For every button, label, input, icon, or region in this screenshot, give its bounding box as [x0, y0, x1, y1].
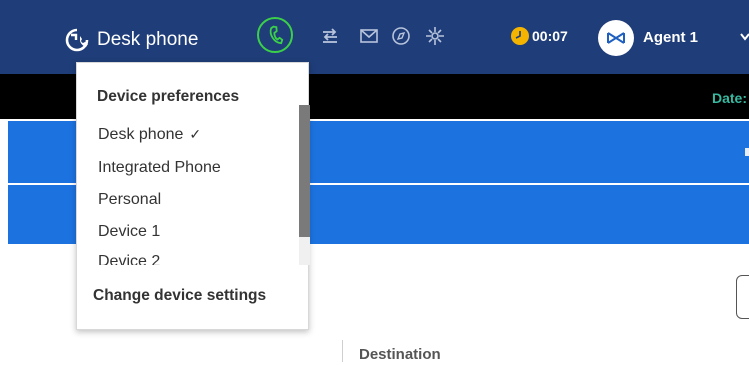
action-button-partial[interactable] — [736, 275, 749, 319]
agent-avatar[interactable] — [598, 20, 634, 56]
device-option-device-2[interactable]: Device 2 — [98, 253, 160, 265]
menu-scrollbar-thumb[interactable] — [299, 105, 310, 237]
phone-button[interactable] — [257, 17, 293, 53]
call-timer: 00:07 — [511, 27, 568, 45]
destination-column-header[interactable]: Destination — [359, 346, 441, 363]
column-divider — [342, 340, 343, 362]
device-option-device-1[interactable]: Device 1 — [98, 223, 160, 241]
settings-burst-icon[interactable] — [425, 26, 445, 46]
device-list: Desk phone ✓ Integrated Phone Personal De… — [77, 119, 299, 265]
email-icon[interactable] — [359, 26, 379, 46]
device-selector[interactable]: Desk phone — [64, 20, 198, 60]
handset-icon — [269, 25, 284, 45]
compass-icon[interactable] — [391, 26, 411, 46]
transfer-icon[interactable] — [320, 26, 340, 46]
band-edge-marker — [745, 148, 749, 156]
device-option-personal[interactable]: Personal — [98, 191, 161, 209]
device-option-label: Device 1 — [98, 223, 161, 240]
device-option-label: Device 2 — [98, 253, 161, 265]
current-device-label[interactable]: Desk phone — [97, 29, 198, 51]
checkmark-icon: ✓ — [189, 126, 202, 142]
timer-value: 00:07 — [532, 28, 568, 44]
clock-icon — [511, 27, 529, 45]
device-option-label: Integrated Phone — [98, 159, 221, 176]
agent-name[interactable]: Agent 1 — [643, 29, 698, 46]
change-device-settings-link[interactable]: Change device settings — [93, 287, 266, 305]
agent-logo-icon — [607, 32, 625, 44]
device-option-label: Personal — [98, 191, 162, 208]
device-option-integrated-phone[interactable]: Integrated Phone — [98, 159, 221, 177]
device-option-label: Desk phone — [98, 126, 184, 143]
date-label: Date: — [712, 90, 748, 106]
device-preferences-menu: Device preferences Desk phone ✓ Integrate… — [76, 62, 310, 330]
phone-arrow-icon — [65, 28, 89, 52]
chevron-down-icon[interactable] — [740, 31, 749, 43]
menu-title: Device preferences — [97, 88, 240, 105]
device-option-desk-phone[interactable]: Desk phone ✓ — [98, 126, 201, 144]
